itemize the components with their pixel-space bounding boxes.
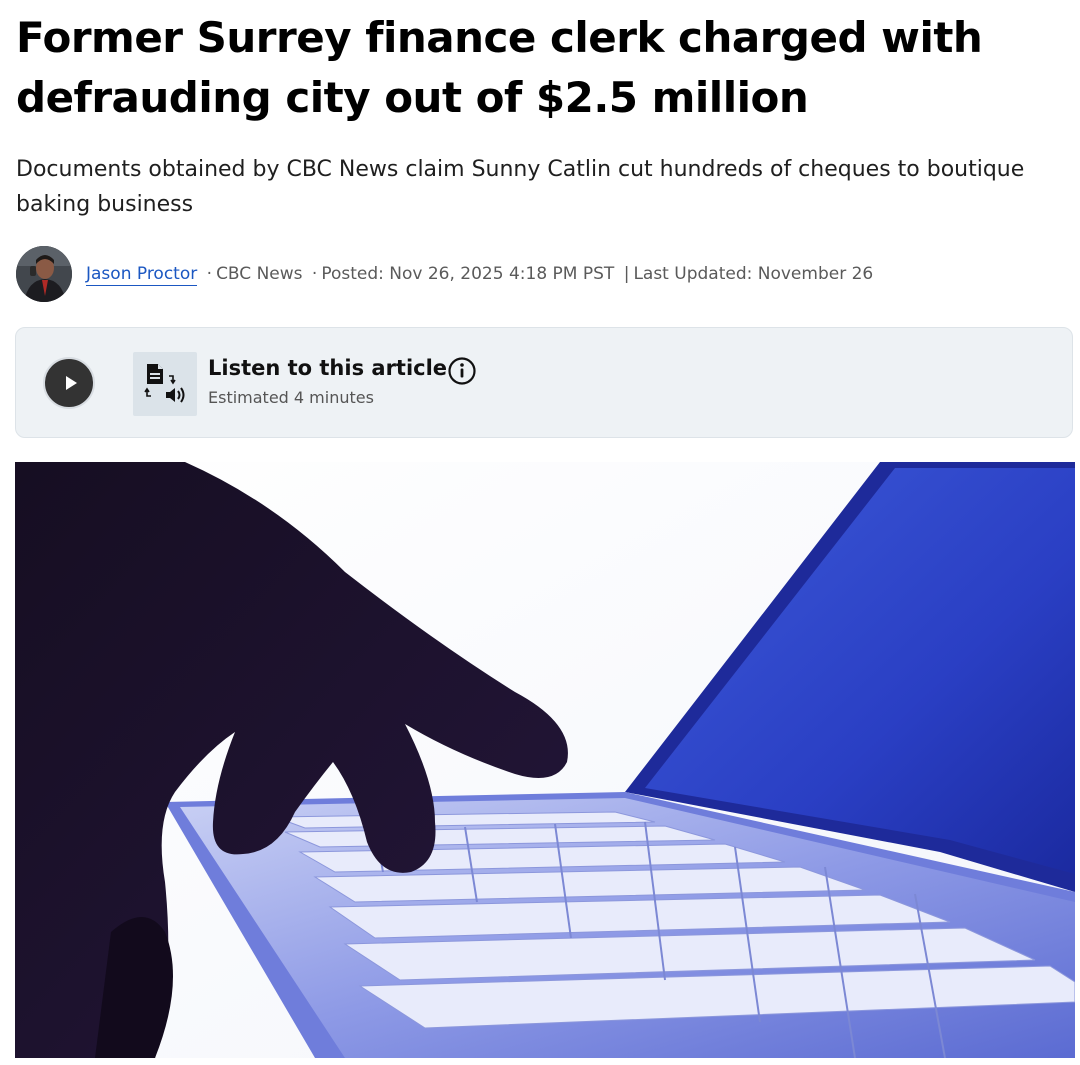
author-link[interactable]: Jason Proctor bbox=[86, 264, 198, 286]
hero-image bbox=[15, 462, 1075, 1058]
byline-text: Jason Proctor · CBC News · Posted: Nov 26,… bbox=[86, 264, 874, 286]
byline: Jason Proctor · CBC News · Posted: Nov 26,… bbox=[16, 246, 1066, 302]
article-deck: Documents obtained by CBC News claim Sun… bbox=[16, 157, 1025, 217]
separator-dot: · bbox=[311, 264, 318, 284]
text-to-speech-icon bbox=[133, 352, 197, 416]
play-icon bbox=[66, 376, 77, 390]
listen-to-article-panel: Listen to this article Estimated 4 minut… bbox=[15, 327, 1073, 438]
updated-date: Last Updated: November 26 bbox=[633, 264, 874, 284]
posted-date: Posted: Nov 26, 2025 4:18 PM PST bbox=[321, 264, 615, 284]
listen-duration: Estimated 4 minutes bbox=[208, 388, 374, 407]
info-icon[interactable] bbox=[447, 356, 477, 386]
listen-title: Listen to this article bbox=[208, 356, 448, 380]
separator-bar: | bbox=[623, 264, 630, 284]
headline: Former Surrey finance clerk charged with… bbox=[16, 13, 983, 122]
separator-dot: · bbox=[206, 264, 213, 284]
play-button[interactable] bbox=[43, 357, 95, 409]
article-page: Former Surrey finance clerk charged with… bbox=[0, 0, 1080, 1065]
author-avatar[interactable] bbox=[16, 246, 72, 302]
outlet-name: CBC News bbox=[216, 264, 303, 284]
